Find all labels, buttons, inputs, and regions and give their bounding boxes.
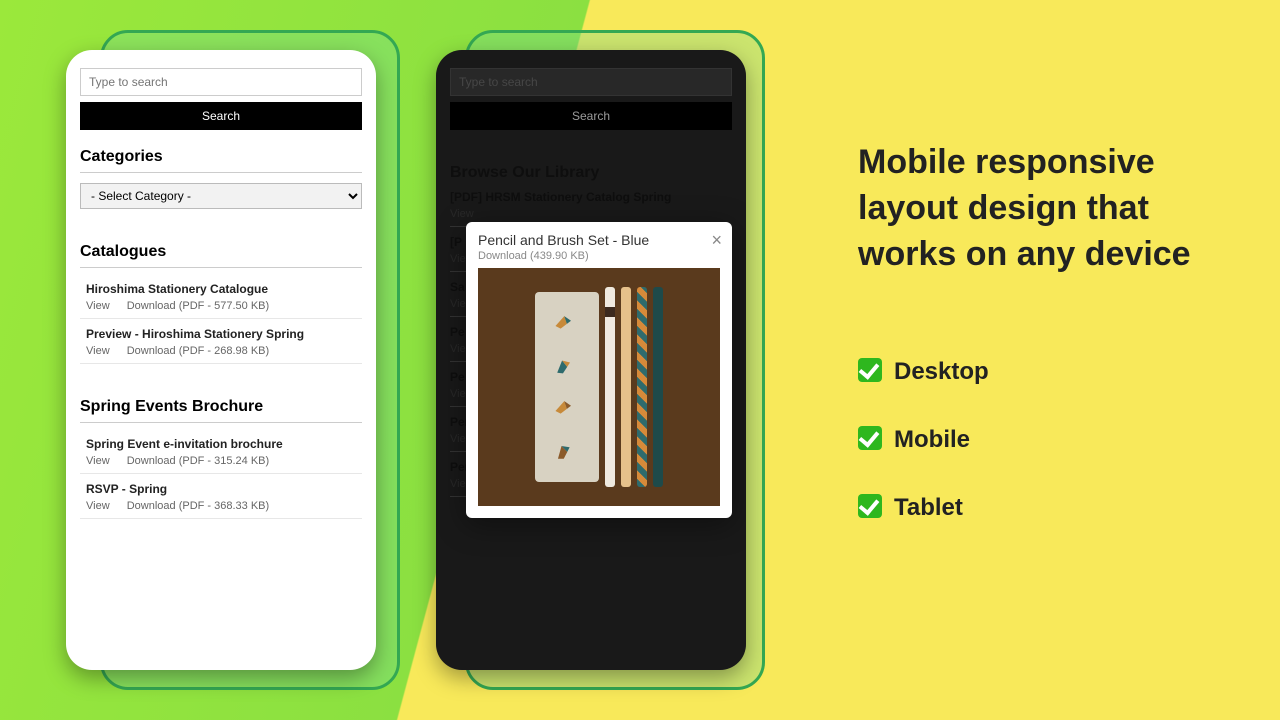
download-link[interactable]: Download (PDF - 315.24 KB): [127, 455, 269, 467]
marketing-copy: Mobile responsive layout design that wor…: [858, 140, 1208, 562]
check-icon: [858, 426, 882, 450]
view-link[interactable]: View: [86, 345, 110, 357]
close-icon[interactable]: ×: [711, 230, 722, 251]
category-select[interactable]: - Select Category -: [80, 183, 362, 209]
pencil-graphic: [621, 287, 631, 487]
catalogue-list: Hiroshima Stationery Catalogue View Down…: [80, 274, 362, 364]
check-icon: [858, 358, 882, 382]
feature-bullet: Mobile: [858, 426, 1208, 454]
download-link[interactable]: Download (PDF - 368.33 KB): [127, 500, 269, 512]
notebook-graphic: [535, 292, 599, 482]
phone-mockup-library-list: Search Categories - Select Category - Ca…: [66, 50, 376, 670]
view-link[interactable]: View: [86, 300, 110, 312]
modal-title: Pencil and Brush Set - Blue: [478, 232, 720, 248]
item-title: Hiroshima Stationery Catalogue: [86, 282, 362, 296]
item-preview-modal: × Pencil and Brush Set - Blue Download (…: [466, 222, 732, 518]
section-heading: Catalogues: [80, 243, 362, 268]
bullet-label: Desktop: [894, 358, 989, 385]
download-link[interactable]: Download (PDF - 577.50 KB): [127, 300, 269, 312]
pencil-graphic: [637, 287, 647, 487]
feature-bullet: Desktop: [858, 358, 1208, 386]
list-item: Spring Event e-invitation brochure View …: [80, 429, 362, 474]
view-link[interactable]: View: [86, 500, 110, 512]
view-link[interactable]: View: [86, 455, 110, 467]
search-button[interactable]: Search: [80, 102, 362, 130]
bullet-label: Mobile: [894, 426, 970, 453]
feature-bullet: Tablet: [858, 494, 1208, 522]
item-title: RSVP - Spring: [86, 482, 362, 496]
download-link[interactable]: Download (PDF - 268.98 KB): [127, 345, 269, 357]
categories-heading: Categories: [80, 148, 362, 173]
bullet-label: Tablet: [894, 494, 963, 521]
brochure-list: Spring Event e-invitation brochure View …: [80, 429, 362, 519]
promo-canvas: Search Categories - Select Category - Ca…: [0, 0, 1280, 720]
check-icon: [858, 494, 882, 518]
headline: Mobile responsive layout design that wor…: [858, 140, 1208, 278]
list-item: RSVP - Spring View Download (PDF - 368.3…: [80, 474, 362, 519]
brush-graphic: [605, 287, 615, 487]
list-item: Preview - Hiroshima Stationery Spring Vi…: [80, 319, 362, 364]
list-item: Hiroshima Stationery Catalogue View Down…: [80, 274, 362, 319]
pencil-graphic: [653, 287, 663, 487]
section-heading: Spring Events Brochure: [80, 398, 362, 423]
search-input[interactable]: [80, 68, 362, 96]
modal-download-link[interactable]: Download (439.90 KB): [478, 250, 720, 262]
product-image: [478, 268, 720, 506]
item-title: Spring Event e-invitation brochure: [86, 437, 362, 451]
phone-mockup-modal-preview: Search Browse Our Library [PDF] HRSM Sta…: [436, 50, 746, 670]
item-title: Preview - Hiroshima Stationery Spring: [86, 327, 362, 341]
